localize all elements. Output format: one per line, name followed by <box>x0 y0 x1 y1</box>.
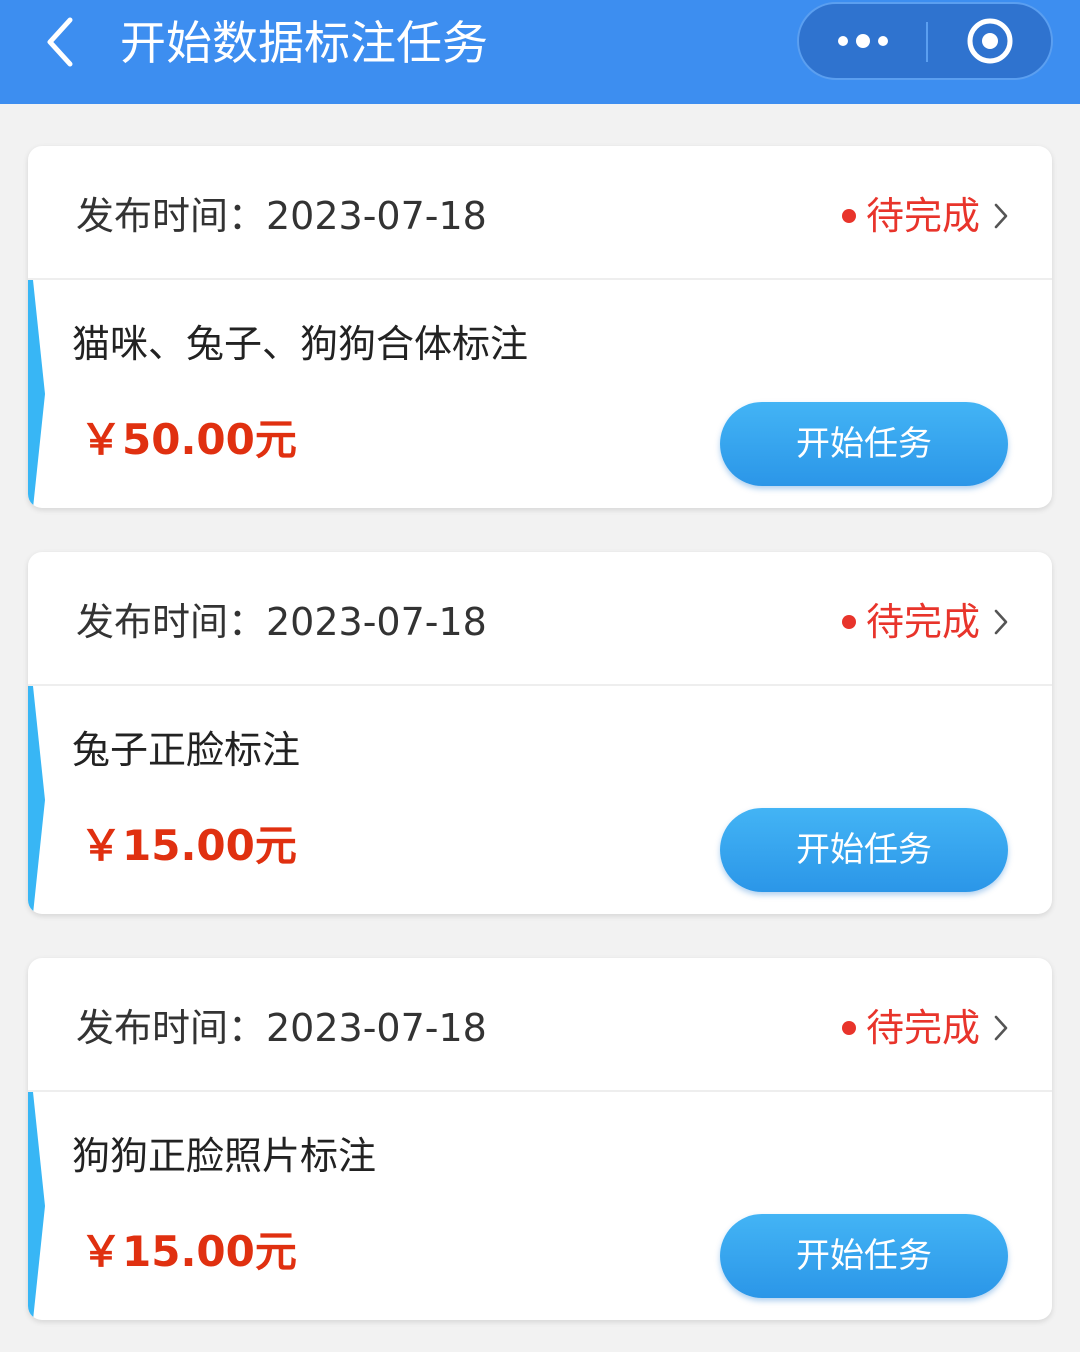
task-price: ￥50.00元 <box>80 415 297 464</box>
status-dot-icon <box>841 1021 856 1035</box>
mini-program-capsule <box>797 2 1053 80</box>
chevron-right-icon <box>994 202 1008 230</box>
task-card: 发布时间：2023-07-18 待完成 狗狗正脸照片标注 ￥15.00元 开始任… <box>28 958 1052 1320</box>
task-card-header: 发布时间：2023-07-18 待完成 <box>28 146 1052 280</box>
status-label: 待完成 <box>865 194 980 238</box>
chevron-left-icon <box>47 17 73 67</box>
task-card: 发布时间：2023-07-18 待完成 猫咪、兔子、狗狗合体标注 ￥50.00元… <box>28 146 1052 508</box>
task-price: ￥15.00元 <box>80 1227 297 1276</box>
status-dot-icon <box>841 209 856 223</box>
task-card-header: 发布时间：2023-07-18 待完成 <box>28 958 1052 1092</box>
close-mini-program-button[interactable] <box>928 4 1051 78</box>
task-title: 兔子正脸标注 <box>72 728 301 772</box>
task-title: 狗狗正脸照片标注 <box>72 1134 377 1178</box>
back-button[interactable] <box>30 12 90 72</box>
task-card: 发布时间：2023-07-18 待完成 兔子正脸标注 ￥15.00元 开始任务 <box>28 552 1052 914</box>
card-accent-bar <box>28 280 45 508</box>
start-task-button[interactable]: 开始任务 <box>720 1214 1008 1298</box>
card-accent-bar <box>28 686 45 914</box>
chevron-right-icon <box>994 608 1008 636</box>
task-card-header: 发布时间：2023-07-18 待完成 <box>28 552 1052 686</box>
start-task-button[interactable]: 开始任务 <box>720 402 1008 486</box>
task-status-link[interactable]: 待完成 <box>841 192 1008 240</box>
publish-time: 发布时间：2023-07-18 <box>76 1006 487 1050</box>
more-button[interactable] <box>799 4 926 78</box>
task-status-link[interactable]: 待完成 <box>841 1004 1008 1052</box>
more-dots-icon <box>837 34 888 48</box>
status-label: 待完成 <box>865 1006 980 1050</box>
status-dot-icon <box>841 615 856 629</box>
chevron-right-icon <box>994 1014 1008 1042</box>
start-task-button[interactable]: 开始任务 <box>720 808 1008 892</box>
task-title: 猫咪、兔子、狗狗合体标注 <box>72 322 529 366</box>
page-title: 开始数据标注任务 <box>120 16 488 70</box>
task-price: ￥15.00元 <box>80 821 297 870</box>
task-status-link[interactable]: 待完成 <box>841 598 1008 646</box>
publish-time: 发布时间：2023-07-18 <box>76 194 487 238</box>
card-accent-bar <box>28 1092 45 1320</box>
target-circle-icon <box>967 18 1012 64</box>
status-label: 待完成 <box>865 600 980 644</box>
publish-time: 发布时间：2023-07-18 <box>76 600 487 644</box>
top-navbar: 开始数据标注任务 <box>0 0 1080 104</box>
